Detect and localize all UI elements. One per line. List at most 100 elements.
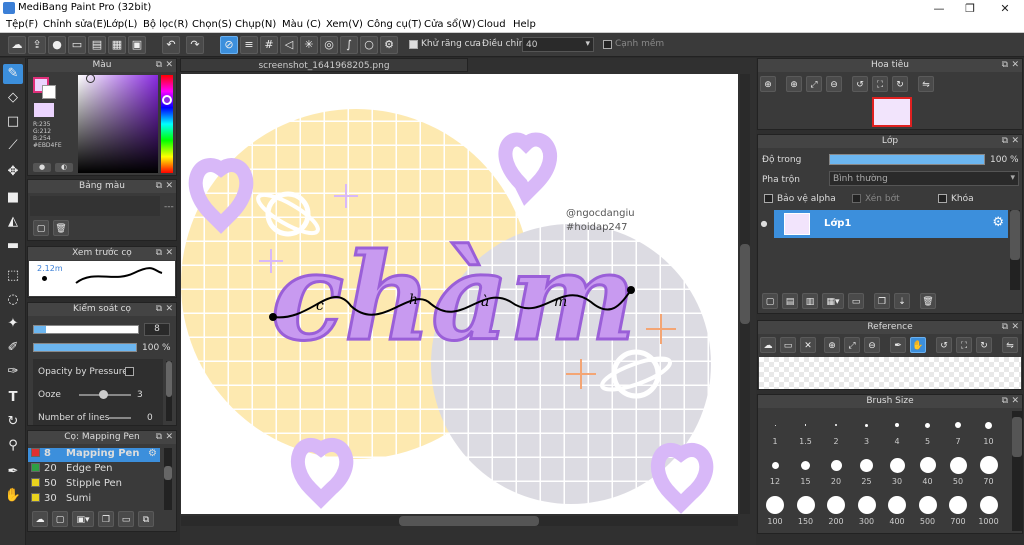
rotate-left-icon[interactable]: ↺ xyxy=(852,76,868,92)
operation-tool-icon[interactable]: ↻ xyxy=(3,412,23,432)
move-tool-icon[interactable]: ✥ xyxy=(3,162,23,182)
parallel-snap-icon[interactable]: ≡ xyxy=(240,36,258,54)
reference-canvas[interactable] xyxy=(759,357,1021,389)
detach-icon[interactable]: ⧉ xyxy=(1002,321,1008,334)
gear-icon[interactable]: ⚙ xyxy=(992,215,1004,230)
brush-opacity-slider[interactable] xyxy=(33,343,137,352)
zoom-in-icon[interactable]: ⊕ xyxy=(786,76,802,92)
brush-size-cell[interactable]: 50 xyxy=(943,453,973,489)
line-tool-icon[interactable]: ⟋ xyxy=(3,136,23,156)
detach-icon[interactable]: ⧉ xyxy=(1002,395,1008,408)
brush-size-cell[interactable]: 30 xyxy=(882,453,912,489)
radial-snap-icon[interactable]: ✳ xyxy=(300,36,318,54)
gear-icon[interactable]: ⚙ xyxy=(148,448,157,459)
redo-icon[interactable]: ↷ xyxy=(186,36,204,54)
curve-snap-icon[interactable]: ∫ xyxy=(340,36,358,54)
bucket-tool-icon[interactable]: ◭ xyxy=(3,212,23,232)
color-square[interactable] xyxy=(78,74,158,173)
menu-cloud[interactable]: Cloud xyxy=(477,19,506,30)
close-icon[interactable]: ✕ xyxy=(165,247,173,260)
eye-icon[interactable]: ● xyxy=(758,210,770,238)
eyedropper-tool-icon[interactable]: ⚲ xyxy=(3,436,23,456)
detach-icon[interactable]: ⧉ xyxy=(1002,135,1008,148)
snap-settings-icon[interactable]: ⚙ xyxy=(380,36,398,54)
close-icon[interactable]: ✕ xyxy=(165,59,173,72)
zoom-out-icon[interactable]: ⊖ xyxy=(864,337,880,353)
select-pen-icon[interactable]: ✐ xyxy=(3,338,23,358)
grid-doc-icon[interactable]: ▦ xyxy=(108,36,126,54)
close-icon[interactable]: ✕ xyxy=(1011,395,1019,408)
brush-size-cell[interactable]: 1.5 xyxy=(791,413,821,449)
minimize-button[interactable]: — xyxy=(924,1,954,16)
comment-icon[interactable]: ● xyxy=(48,36,66,54)
folder-icon[interactable]: ▭ xyxy=(848,293,864,309)
brush-size-cell[interactable]: 100 xyxy=(760,493,790,529)
menu-edit[interactable]: Chỉnh sửa(E) xyxy=(43,19,107,30)
fill-rect-tool-icon[interactable]: ■ xyxy=(3,188,23,208)
brush-size-cell[interactable]: 70 xyxy=(974,453,1004,489)
fit-icon[interactable]: ⤢ xyxy=(844,337,860,353)
brush-size-cell[interactable]: 700 xyxy=(943,493,973,529)
close-icon[interactable]: ✕ xyxy=(1011,135,1019,148)
brush-menu-icon[interactable]: ▣▾ xyxy=(72,511,94,527)
menu-filter[interactable]: Bộ lọc(R) xyxy=(143,19,188,30)
brush-size-cell[interactable]: 1 xyxy=(760,413,790,449)
grid-snap-icon[interactable]: # xyxy=(260,36,278,54)
add-layer-menu-icon[interactable]: ▦▾ xyxy=(822,293,844,309)
brush-size-cell[interactable]: 200 xyxy=(821,493,851,529)
menu-tools[interactable]: Công cụ(T) xyxy=(367,19,422,30)
brush-size-cell[interactable]: 3 xyxy=(852,413,882,449)
secondary-color-swatch[interactable] xyxy=(42,85,56,99)
snap-off-icon[interactable]: ⊘ xyxy=(220,36,238,54)
concentric-snap-icon[interactable]: ◎ xyxy=(320,36,338,54)
share-icon[interactable]: ▭ xyxy=(68,36,86,54)
flip-icon[interactable]: ⇋ xyxy=(1002,337,1018,353)
close-icon[interactable]: ✕ xyxy=(800,337,816,353)
trash-icon[interactable]: 🗑 xyxy=(920,293,936,309)
trash-icon[interactable]: 🗑 xyxy=(53,220,69,236)
close-icon[interactable]: ✕ xyxy=(165,180,173,193)
document-icon[interactable]: ▤ xyxy=(88,36,106,54)
close-icon[interactable]: ✕ xyxy=(165,303,173,316)
new-halftone-layer-icon[interactable]: ▤ xyxy=(782,293,798,309)
fit-window-icon[interactable]: ⛶ xyxy=(956,337,972,353)
brush-size-cell[interactable]: 150 xyxy=(791,493,821,529)
document-tab[interactable]: screenshot_1641968205.png xyxy=(180,58,468,72)
opacity-pressure-checkbox[interactable] xyxy=(125,367,134,376)
brush-size-field[interactable]: 8 xyxy=(144,323,170,336)
brush-item-edge-pen[interactable]: 20 Edge Pen xyxy=(28,463,160,477)
ooze-slider[interactable] xyxy=(79,390,131,399)
brush-size-cell[interactable]: 40 xyxy=(913,453,943,489)
canvas-vertical-scrollbar[interactable] xyxy=(740,74,750,514)
cloud-icon[interactable]: ☁ xyxy=(760,337,776,353)
brush-size-slider[interactable] xyxy=(33,325,139,334)
zoom-in-icon[interactable]: ⊕ xyxy=(760,76,776,92)
duplicate-layer-icon[interactable]: ❐ xyxy=(874,293,890,309)
copy-brush-icon[interactable]: ⧉ xyxy=(138,511,154,527)
palette-swatches[interactable] xyxy=(30,196,160,216)
brush-tool-icon[interactable]: ✎ xyxy=(3,64,23,84)
brush-size-cell[interactable]: 300 xyxy=(852,493,882,529)
brush-size-cell[interactable]: 1000 xyxy=(974,493,1004,529)
zoom-out-icon[interactable]: ⊖ xyxy=(826,76,842,92)
brush-size-cell[interactable]: 20 xyxy=(821,453,851,489)
cloud-icon[interactable]: ☁ xyxy=(8,36,26,54)
brush-size-cell[interactable]: 2 xyxy=(821,413,851,449)
menu-select[interactable]: Chọn(S) xyxy=(192,19,232,30)
rotate-left-icon[interactable]: ↺ xyxy=(936,337,952,353)
merge-down-icon[interactable]: ⇣ xyxy=(894,293,910,309)
rotate-right-icon[interactable]: ↻ xyxy=(892,76,908,92)
undo-icon[interactable]: ↶ xyxy=(162,36,180,54)
color-mode-icon[interactable]: ● xyxy=(33,163,51,172)
menu-file[interactable]: Tệp(F) xyxy=(6,19,38,30)
clipping-checkbox[interactable] xyxy=(852,194,861,203)
detach-icon[interactable]: ⧉ xyxy=(156,303,162,316)
frame-icon[interactable]: ▣ xyxy=(128,36,146,54)
brush-list-scrollbar[interactable] xyxy=(164,448,172,510)
blend-dropdown[interactable]: Bình thường ▾ xyxy=(829,171,1019,186)
brush-item-sumi[interactable]: 30 Sumi xyxy=(28,493,160,507)
new-8bit-layer-icon[interactable]: ▥ xyxy=(802,293,818,309)
detach-icon[interactable]: ⧉ xyxy=(156,247,162,260)
layer-row-layer1[interactable]: Lớp1 ⚙ xyxy=(774,210,1008,238)
color-swap-icon[interactable]: ◐ xyxy=(55,163,73,172)
